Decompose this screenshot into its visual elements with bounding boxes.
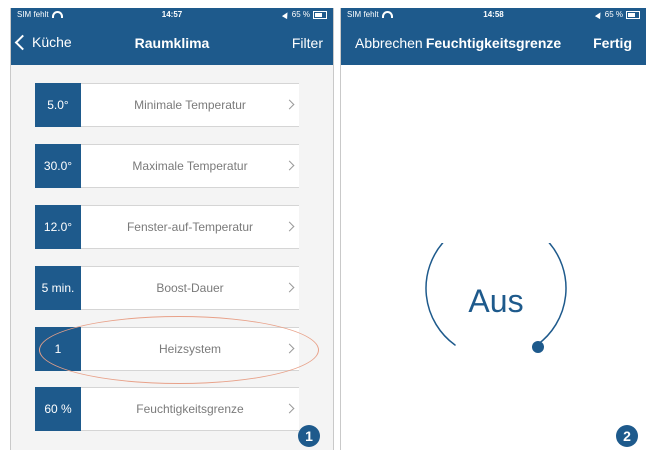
row-card: Maximale Temperatur <box>81 144 299 188</box>
row-value: 12.0° <box>35 205 81 249</box>
page-title: Raumklima <box>134 35 210 51</box>
row-value: 5.0° <box>35 83 81 127</box>
humidity-dial[interactable]: Aus <box>421 217 571 378</box>
battery-indicator: 65 % <box>281 10 327 19</box>
chevron-right-icon <box>284 221 295 232</box>
battery-icon <box>313 10 327 19</box>
chevron-right-icon <box>284 403 295 414</box>
row-label: Feuchtigkeitsgrenze <box>136 402 244 416</box>
step-badge-2: 2 <box>616 425 638 447</box>
navigation-bar: Küche Raumklima Filter <box>11 21 333 65</box>
row-heizsystem[interactable]: 1 Heizsystem <box>35 327 299 371</box>
row-label: Boost-Dauer <box>156 281 224 295</box>
row-fenster-auf-temperatur[interactable]: 12.0° Fenster-auf-Temperatur <box>35 205 299 249</box>
chevron-right-icon <box>284 282 295 293</box>
row-card: Feuchtigkeitsgrenze <box>81 387 299 431</box>
row-maximale-temperatur[interactable]: 30.0° Maximale Temperatur <box>35 144 299 188</box>
cancel-button[interactable]: Abbrechen <box>355 35 423 51</box>
row-value: 30.0° <box>35 144 81 188</box>
battery-percent: 65 % <box>604 10 623 19</box>
chevron-right-icon <box>284 343 295 354</box>
status-bar: SIM fehlt 14:57 65 % <box>11 8 333 21</box>
row-label: Minimale Temperatur <box>134 98 246 112</box>
row-minimale-temperatur[interactable]: 5.0° Minimale Temperatur <box>35 83 299 127</box>
filter-button[interactable]: Filter <box>292 35 323 51</box>
row-value: 5 min. <box>35 266 81 310</box>
row-feuchtigkeitsgrenze[interactable]: 60 % Feuchtigkeitsgrenze <box>35 387 299 431</box>
row-value: 1 <box>35 327 81 371</box>
row-value: 60 % <box>35 387 81 431</box>
location-icon <box>594 10 603 19</box>
chevron-right-icon <box>284 160 295 171</box>
row-card: Minimale Temperatur <box>81 83 299 127</box>
row-card: Boost-Dauer <box>81 266 299 310</box>
page-title: Feuchtigkeitsgrenze <box>425 35 562 51</box>
navigation-bar: Abbrechen Feuchtigkeitsgrenze Fertig <box>341 21 646 65</box>
dial-value: Aus <box>468 283 524 319</box>
settings-list: 5.0° Minimale Temperatur 30.0° Maximale … <box>11 65 333 450</box>
row-label: Heizsystem <box>158 342 221 356</box>
battery-indicator: 65 % <box>594 10 640 19</box>
screen-feuchtigkeitsgrenze: SIM fehlt 14:58 65 % Abbrechen Feuchtigk… <box>340 8 646 450</box>
row-card: Heizsystem <box>81 327 299 371</box>
screen-raumklima: SIM fehlt 14:57 65 % Küche Raumklima Fil… <box>10 8 334 450</box>
chevron-right-icon <box>284 99 295 110</box>
row-boost-dauer[interactable]: 5 min. Boost-Dauer <box>35 266 299 310</box>
battery-percent: 65 % <box>291 10 310 19</box>
step-badge-1: 1 <box>298 425 320 447</box>
row-label: Fenster-auf-Temperatur <box>126 220 254 234</box>
done-button[interactable]: Fertig <box>593 35 632 51</box>
status-bar: SIM fehlt 14:58 65 % <box>341 8 646 21</box>
battery-icon <box>626 10 640 19</box>
row-label: Maximale Temperatur <box>132 159 248 173</box>
location-icon <box>281 10 290 19</box>
row-card: Fenster-auf-Temperatur <box>81 205 299 249</box>
